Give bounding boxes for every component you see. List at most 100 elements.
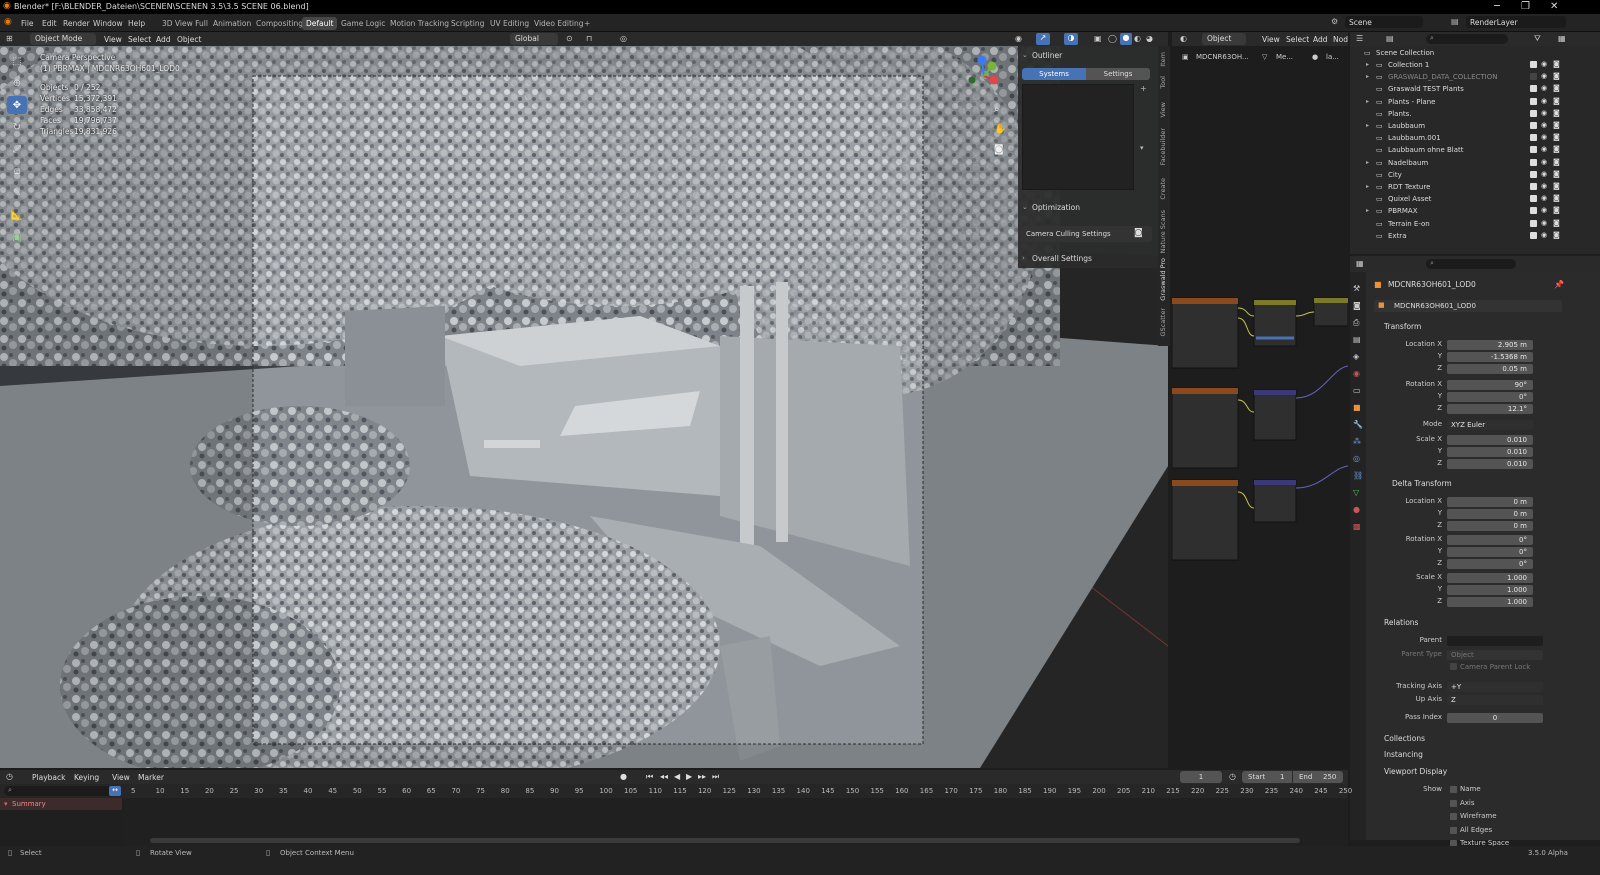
- delta-rotation-z-field[interactable]: 0°: [1447, 559, 1533, 569]
- maximize-icon[interactable]: ❐: [1521, 1, 1530, 12]
- menu-help[interactable]: Help: [128, 19, 145, 28]
- location-x-field[interactable]: 2.905 m: [1447, 340, 1533, 350]
- timeline-ruler[interactable]: ⌕ ↔ 5 10 15 20 25 30 35 40 45 50 55 60 65 70 75 80 85 90 9…: [0, 784, 1352, 798]
- delta-scale-y-field[interactable]: 1.000: [1447, 585, 1533, 595]
- pin-icon[interactable]: 📌: [1554, 280, 1564, 289]
- side-tab-view[interactable]: View: [1159, 102, 1167, 117]
- material-shading-icon[interactable]: ◐: [1134, 34, 1141, 43]
- rotation-x-field[interactable]: 90°: [1447, 380, 1533, 390]
- exclude-checkbox[interactable]: [1530, 109, 1537, 117]
- output-props-icon[interactable]: ⎙: [1353, 314, 1363, 331]
- timeline-search-input[interactable]: ⌕: [4, 786, 120, 796]
- timeline-menu-keying[interactable]: Keying: [74, 773, 99, 782]
- eye-icon[interactable]: ◉: [1541, 206, 1547, 214]
- rotation-mode-dropdown[interactable]: XYZ Euler: [1447, 420, 1533, 430]
- exclude-checkbox[interactable]: [1530, 85, 1537, 93]
- properties-type-icon[interactable]: ▦: [1356, 259, 1364, 268]
- exclude-checkbox[interactable]: [1530, 134, 1537, 142]
- side-tab-item[interactable]: Item: [1159, 52, 1167, 67]
- add-system-icon[interactable]: +: [1140, 84, 1147, 93]
- annotate-tool-icon[interactable]: ✎: [7, 184, 27, 202]
- tab-compositing[interactable]: Compositing: [252, 17, 307, 30]
- jump-end-icon[interactable]: ⏭: [712, 772, 719, 782]
- render-camera-icon[interactable]: ◙: [1553, 158, 1560, 166]
- parent-field[interactable]: [1447, 636, 1543, 646]
- side-tab-facebuilder[interactable]: Facebuilder: [1159, 128, 1167, 165]
- eye-icon[interactable]: ◉: [1541, 84, 1547, 92]
- tab-scripting[interactable]: Scripting: [447, 17, 488, 30]
- eye-icon[interactable]: ◉: [1541, 133, 1547, 141]
- outliner-row[interactable]: ▭ Laubbaum ohne Blatt ◉ ◙: [1350, 144, 1600, 156]
- side-tab-nature-scans[interactable]: Nature Scans: [1159, 210, 1167, 253]
- delta-rotation-y-field[interactable]: 0°: [1447, 547, 1533, 557]
- editor-type-icon[interactable]: ⊞: [6, 34, 13, 43]
- side-tab-create[interactable]: Create: [1159, 178, 1167, 200]
- rotation-y-field[interactable]: 0°: [1447, 392, 1533, 402]
- 3d-viewport[interactable]: [0, 46, 1168, 768]
- outliner-row[interactable]: ▸ ▭ Nadelbaum ◉ ◙: [1350, 157, 1600, 169]
- delta-scale-z-field[interactable]: 1.000: [1447, 597, 1533, 607]
- render-camera-icon[interactable]: ◙: [1553, 133, 1560, 141]
- timeline-scrollbar[interactable]: [150, 838, 1300, 843]
- eye-icon[interactable]: ◉: [1541, 60, 1547, 68]
- tool-props-icon[interactable]: ⚒: [1353, 280, 1363, 297]
- outliner-row[interactable]: ▸ ▭ RDT Texture ◉ ◙: [1350, 181, 1600, 193]
- collections-section[interactable]: Collections: [1384, 734, 1425, 743]
- add-cube-tool-icon[interactable]: ▣: [7, 228, 27, 246]
- render-camera-icon[interactable]: ◙: [1553, 84, 1560, 92]
- filter-icon[interactable]: ⛛: [1534, 34, 1541, 44]
- object-props-icon[interactable]: ■: [1353, 399, 1363, 416]
- relations-section[interactable]: Relations: [1384, 618, 1418, 627]
- node-menu-node[interactable]: Nod: [1333, 35, 1348, 44]
- display-mode-icon[interactable]: ▤: [1386, 34, 1394, 43]
- render-camera-icon[interactable]: ◙: [1553, 97, 1560, 105]
- chevron-down-icon[interactable]: ⌄: [1022, 203, 1028, 211]
- show-option-checkbox[interactable]: [1450, 799, 1457, 807]
- xray-icon[interactable]: ▣: [1094, 34, 1102, 43]
- camera-parent-lock-checkbox[interactable]: [1450, 663, 1457, 670]
- collection-props-icon[interactable]: ▭: [1353, 382, 1363, 399]
- crumb-mesh[interactable]: Me...: [1276, 53, 1293, 61]
- scene-props-icon[interactable]: ◈: [1353, 348, 1363, 365]
- side-tab-tool[interactable]: Tool: [1159, 76, 1167, 89]
- playhead-marker[interactable]: ↔: [109, 786, 121, 796]
- new-collection-icon[interactable]: ▦: [1558, 34, 1566, 43]
- eye-icon[interactable]: ◉: [1541, 109, 1547, 117]
- up-axis-dropdown[interactable]: Z: [1447, 695, 1543, 705]
- eye-icon[interactable]: ◉: [1541, 170, 1547, 178]
- node-menu-select[interactable]: Select: [1286, 35, 1309, 44]
- node-menu-add[interactable]: Add: [1313, 35, 1328, 44]
- camera-view-icon[interactable]: ◙: [994, 144, 1004, 155]
- exclude-checkbox[interactable]: [1530, 97, 1537, 105]
- pan-hand-icon[interactable]: ✋: [994, 124, 1006, 135]
- next-keyframe-icon[interactable]: ▸▸: [698, 772, 706, 781]
- gizmo-toggle-icon[interactable]: ↗: [1036, 33, 1050, 45]
- eye-icon[interactable]: ◉: [1541, 145, 1547, 153]
- exclude-checkbox[interactable]: [1530, 219, 1537, 227]
- expand-icon[interactable]: ▸: [1366, 207, 1369, 214]
- camera-culling-row[interactable]: Camera Culling Settings ◙: [1020, 226, 1152, 242]
- vp-menu-view[interactable]: View: [104, 35, 122, 44]
- blender-menu-icon[interactable]: ◉: [4, 17, 12, 27]
- timeline-menu-playback[interactable]: Playback: [32, 773, 65, 782]
- render-camera-icon[interactable]: ◙: [1553, 72, 1560, 80]
- menu-file[interactable]: File: [21, 19, 34, 28]
- preview-range-icon[interactable]: ◷: [1229, 772, 1236, 781]
- outliner-row[interactable]: ▭ Laubbaum.001 ◉ ◙: [1350, 132, 1600, 144]
- select-tool-icon[interactable]: ⬚: [7, 52, 27, 70]
- material-props-icon[interactable]: ●: [1353, 501, 1363, 518]
- outliner-row[interactable]: ▸ ▭ Laubbaum ◉ ◙: [1350, 120, 1600, 132]
- exclude-checkbox[interactable]: [1530, 146, 1537, 154]
- timeline-body[interactable]: ▾ Summary: [0, 798, 1348, 846]
- close-icon[interactable]: ✕: [1550, 1, 1558, 12]
- list-menu-icon[interactable]: ▾: [1140, 144, 1144, 152]
- delta-location-z-field[interactable]: 0 m: [1447, 521, 1533, 531]
- render-camera-icon[interactable]: ◙: [1553, 109, 1560, 117]
- world-props-icon[interactable]: ◉: [1353, 365, 1363, 382]
- add-workspace-button[interactable]: +: [580, 17, 594, 30]
- proportional-edit-icon[interactable]: ◎: [620, 34, 627, 43]
- crumb-object[interactable]: MDCNR63OH...: [1196, 53, 1249, 61]
- render-props-icon[interactable]: ◙: [1353, 297, 1363, 314]
- tab-animation[interactable]: Animation: [209, 17, 255, 30]
- render-camera-icon[interactable]: ◙: [1553, 182, 1560, 190]
